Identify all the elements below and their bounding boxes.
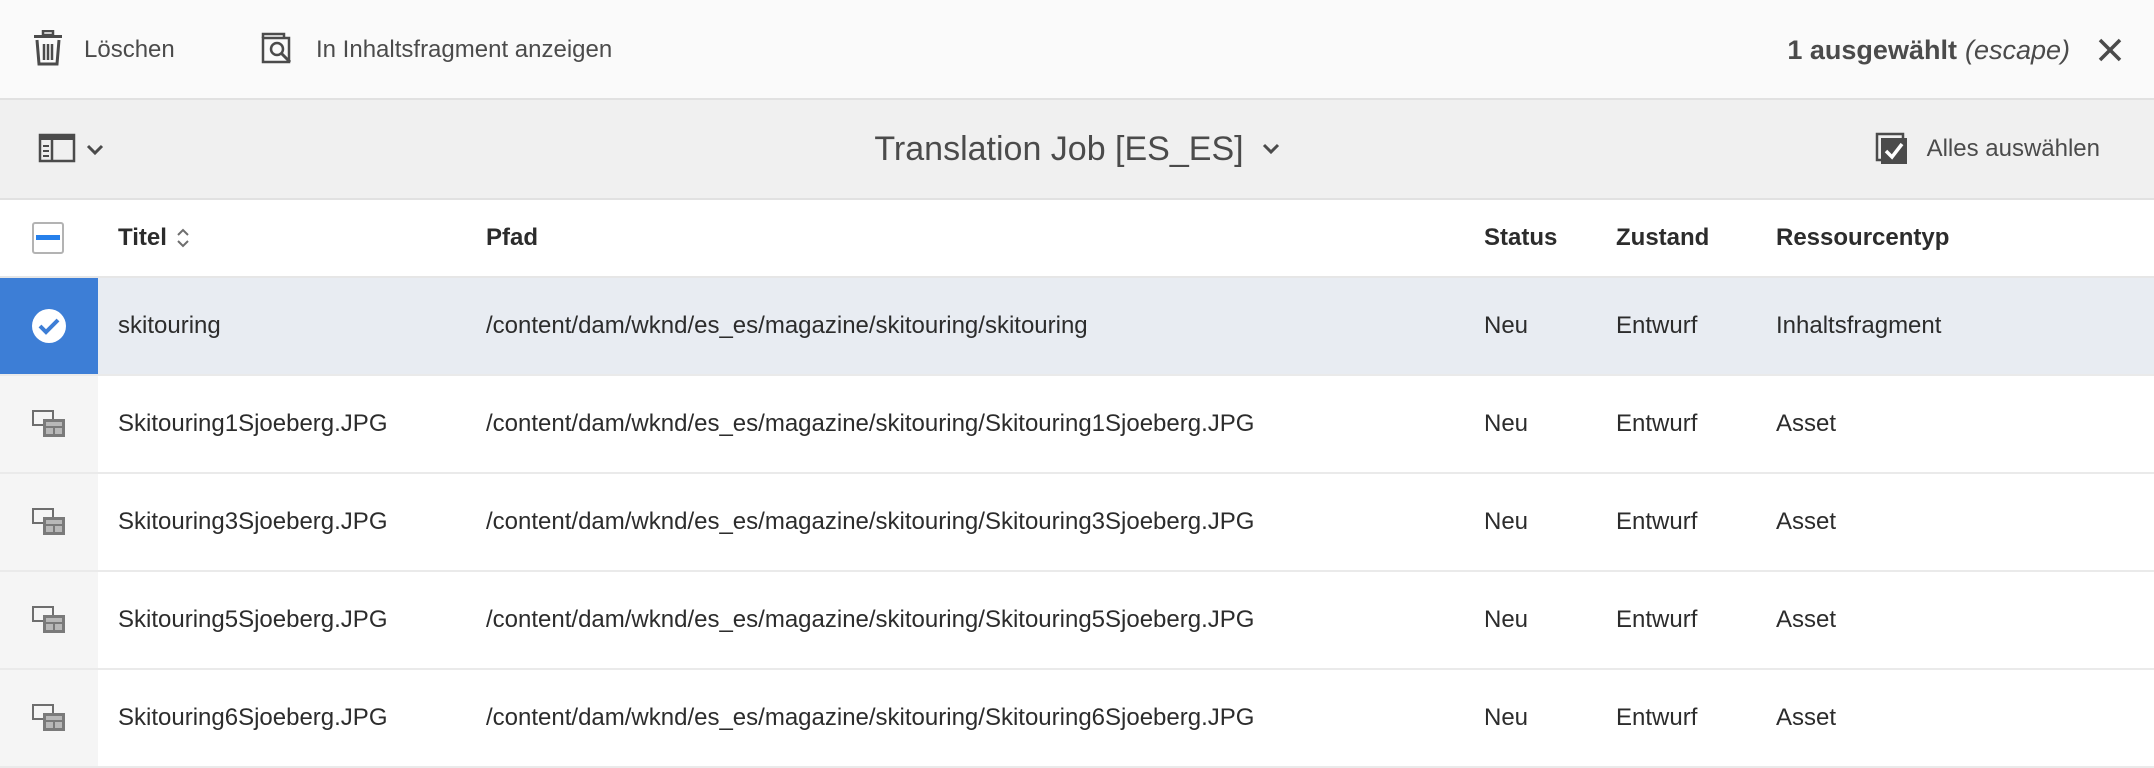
chevron-down-icon xyxy=(1262,143,1280,155)
show-in-fragment-button[interactable]: In Inhaltsfragment anzeigen xyxy=(260,0,612,100)
image-asset-icon xyxy=(31,409,67,439)
row-select-thumb[interactable] xyxy=(0,278,98,374)
search-in-page-icon xyxy=(260,30,296,71)
row-title: Skitouring3Sjoeberg.JPG xyxy=(118,508,388,535)
column-header-state: Zustand xyxy=(1616,224,1710,251)
row-thumbnail[interactable] xyxy=(0,376,98,472)
row-state: Entwurf xyxy=(1616,508,1698,535)
image-asset-icon xyxy=(31,605,67,635)
row-path: /content/dam/wknd/es_es/magazine/skitour… xyxy=(486,606,1255,633)
row-thumbnail[interactable] xyxy=(0,572,98,668)
table-header: Titel Pfad Status Zustand Ressourcentyp xyxy=(0,200,2154,278)
title-bar: Translation Job [ES_ES] Alles auswählen xyxy=(0,100,2154,200)
close-icon xyxy=(2092,38,2128,72)
select-all-button[interactable]: Alles auswählen xyxy=(1875,100,2100,198)
delete-label: Löschen xyxy=(84,36,175,63)
row-title: Skitouring5Sjoeberg.JPG xyxy=(118,606,388,633)
table-row[interactable]: Skitouring5Sjoeberg.JPG /content/dam/wkn… xyxy=(0,572,2154,670)
trash-icon xyxy=(32,29,64,71)
select-all-label: Alles auswählen xyxy=(1926,135,2100,162)
row-path: /content/dam/wknd/es_es/magazine/skitour… xyxy=(486,508,1255,535)
row-resource-type: Asset xyxy=(1776,704,1837,731)
row-status: Neu xyxy=(1484,606,1529,633)
row-state: Entwurf xyxy=(1616,312,1698,339)
row-title: Skitouring6Sjoeberg.JPG xyxy=(118,704,388,731)
row-title: skitouring xyxy=(118,312,221,339)
image-asset-icon xyxy=(31,507,67,537)
table-row[interactable]: skitouring /content/dam/wknd/es_es/magaz… xyxy=(0,278,2154,376)
row-resource-type: Asset xyxy=(1776,508,1837,535)
row-state: Entwurf xyxy=(1616,704,1698,731)
row-path: /content/dam/wknd/es_es/magazine/skitour… xyxy=(486,312,1088,339)
selection-count-label: 1 ausgewählt xyxy=(1787,34,1957,65)
sort-icon xyxy=(175,226,191,250)
row-thumbnail[interactable] xyxy=(0,670,98,766)
row-thumbnail[interactable] xyxy=(0,474,98,570)
selection-count: 1 ausgewählt (escape) xyxy=(1787,0,2070,100)
action-bar: Löschen In Inhaltsfragment anzeigen 1 au… xyxy=(0,0,2154,100)
column-header-status: Status xyxy=(1484,224,1558,251)
close-selection-button[interactable] xyxy=(2092,32,2128,68)
row-state: Entwurf xyxy=(1616,410,1698,437)
page-title: Translation Job [ES_ES] xyxy=(874,129,1244,168)
row-status: Neu xyxy=(1484,508,1529,535)
row-resource-type: Asset xyxy=(1776,410,1837,437)
column-header-title[interactable]: Titel xyxy=(118,200,191,276)
table-row[interactable]: Skitouring3Sjoeberg.JPG /content/dam/wkn… xyxy=(0,474,2154,572)
row-state: Entwurf xyxy=(1616,606,1698,633)
escape-hint: (escape) xyxy=(1964,34,2070,65)
row-resource-type: Asset xyxy=(1776,606,1837,633)
row-status: Neu xyxy=(1484,704,1529,731)
table-row[interactable]: Skitouring1Sjoeberg.JPG /content/dam/wkn… xyxy=(0,376,2154,474)
select-all-checkbox[interactable] xyxy=(32,222,64,254)
column-header-title-label: Titel xyxy=(118,224,167,251)
title-dropdown-button[interactable] xyxy=(1262,143,1280,155)
delete-button[interactable]: Löschen xyxy=(32,0,175,100)
checkbox-checked-icon xyxy=(1875,132,1909,166)
show-in-fragment-label: In Inhaltsfragment anzeigen xyxy=(316,36,613,63)
row-title: Skitouring1Sjoeberg.JPG xyxy=(118,410,388,437)
row-status: Neu xyxy=(1484,312,1529,339)
column-header-path: Pfad xyxy=(486,224,539,251)
row-path: /content/dam/wknd/es_es/magazine/skitour… xyxy=(486,410,1255,437)
title-wrap: Translation Job [ES_ES] xyxy=(0,100,2154,198)
check-circle-icon xyxy=(30,307,68,345)
column-header-resource-type: Ressourcentyp xyxy=(1776,224,1950,251)
table-row[interactable]: Skitouring6Sjoeberg.JPG /content/dam/wkn… xyxy=(0,670,2154,768)
row-resource-type: Inhaltsfragment xyxy=(1776,312,1942,339)
image-asset-icon xyxy=(31,703,67,733)
row-path: /content/dam/wknd/es_es/magazine/skitour… xyxy=(486,704,1255,731)
row-status: Neu xyxy=(1484,410,1529,437)
